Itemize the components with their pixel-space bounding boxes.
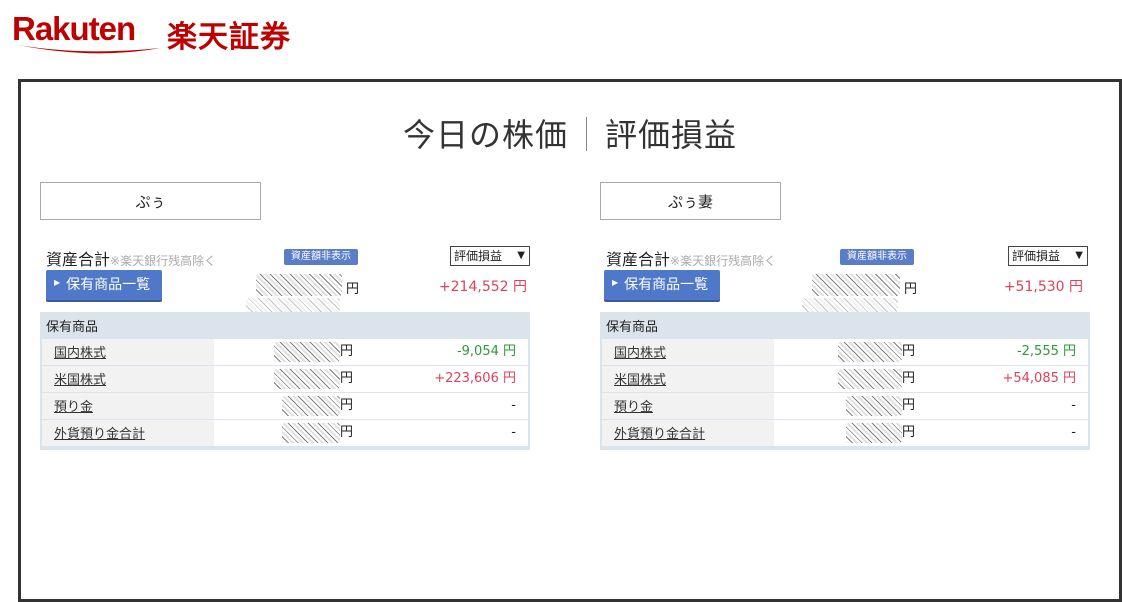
domestic-stocks-link[interactable]: 国内株式 — [614, 346, 666, 361]
masked-amount — [838, 369, 902, 389]
chevron-down-icon: ▼ — [1075, 250, 1083, 261]
amount-unit: 円 — [340, 344, 354, 359]
account-name: ぷぅ — [40, 182, 261, 220]
total-assets-text: 資産合計 — [46, 250, 111, 269]
hide-amount-button[interactable]: 資産額非表示 — [840, 249, 914, 265]
holdings-row-deposit: 預り金 円 - — [42, 392, 528, 419]
amount-unit: 円 — [902, 398, 916, 413]
total-profit-loss: +51,530 円 — [1003, 279, 1083, 295]
title-separator — [586, 117, 587, 151]
us-stocks-link[interactable]: 米国株式 — [54, 373, 106, 388]
masked-amount — [274, 342, 340, 362]
amount-unit: 円 — [902, 344, 916, 359]
dashboard-frame: 今日の株価 評価損益 ぷぅ 資産合計※楽天銀行残高除く 資産額非表示 評価損益 ▼ … — [18, 79, 1122, 602]
profit-loss-value: +54,085 円 — [1002, 371, 1076, 386]
holdings-row-us: 米国株式 円 +54,085 円 — [602, 365, 1088, 392]
amount-unit: 円 — [902, 425, 916, 440]
holdings-row-us: 米国株式 円 +223,606 円 — [42, 365, 528, 392]
logo-swoosh-icon — [18, 45, 160, 54]
domestic-stocks-link[interactable]: 国内株式 — [54, 346, 106, 361]
title-stock-price: 今日の株価 — [402, 116, 568, 154]
holdings-list-label: 保有商品一覧 — [624, 277, 709, 293]
us-stocks-link[interactable]: 米国株式 — [614, 373, 666, 388]
row-name-cell: 国内株式 — [42, 339, 214, 365]
holdings-list-label: 保有商品一覧 — [66, 277, 151, 293]
masked-amount — [282, 396, 340, 416]
amount-unit: 円 — [902, 371, 916, 386]
deposit-link[interactable]: 預り金 — [54, 400, 93, 415]
holdings-table: 保有商品 国内株式 円 -9,054 円 米国株式 円 +223,606 円 預… — [40, 312, 530, 450]
profit-loss-value: -2,555 円 — [1016, 344, 1076, 359]
total-assets-label: 資産合計※楽天銀行残高除く — [606, 246, 776, 270]
masked-total-amount — [256, 274, 342, 296]
row-name-cell: 米国株式 — [42, 366, 214, 392]
masked-noise — [246, 298, 340, 312]
profit-loss-value: - — [1071, 398, 1076, 413]
masked-amount — [846, 423, 902, 443]
fx-deposit-link[interactable]: 外貨預り金合計 — [54, 427, 145, 442]
holdings-row-deposit: 預り金 円 - — [602, 392, 1088, 419]
page-title: 今日の株価 評価損益 — [21, 110, 1119, 156]
row-name-cell: 外貨預り金合計 — [602, 420, 774, 446]
hide-amount-button[interactable]: 資産額非表示 — [284, 249, 358, 265]
profit-loss-value: - — [511, 425, 516, 440]
title-valuation: 評価損益 — [605, 116, 738, 154]
display-mode-select[interactable]: 評価損益 ▼ — [450, 246, 530, 266]
total-assets-label: 資産合計※楽天銀行残高除く — [46, 246, 216, 270]
row-name-cell: 米国株式 — [602, 366, 774, 392]
total-unit: 円 — [904, 282, 918, 297]
holdings-list-button[interactable]: ▶ 保有商品一覧 — [46, 270, 162, 300]
profit-loss-value: -9,054 円 — [456, 344, 516, 359]
deposit-link[interactable]: 預り金 — [614, 400, 653, 415]
amount-unit: 円 — [340, 425, 354, 440]
masked-total-amount — [812, 274, 900, 296]
holdings-table: 保有商品 国内株式 円 -2,555 円 米国株式 円 +54,085 円 預り… — [600, 312, 1090, 450]
logo-japanese-text: 楽天証券 — [167, 20, 291, 55]
holdings-row-fx-deposit: 外貨預り金合計 円 - — [42, 419, 528, 446]
total-assets-note: ※楽天銀行残高除く — [670, 254, 777, 268]
total-assets-note: ※楽天銀行残高除く — [110, 254, 217, 268]
amount-unit: 円 — [340, 398, 354, 413]
row-name-cell: 預り金 — [602, 393, 774, 419]
profit-loss-value: +223,606 円 — [434, 371, 516, 386]
play-triangle-icon: ▶ — [612, 278, 619, 287]
masked-amount — [846, 396, 902, 416]
holdings-list-button[interactable]: ▶ 保有商品一覧 — [604, 270, 720, 300]
row-name-cell: 預り金 — [42, 393, 214, 419]
masked-amount — [838, 342, 902, 362]
total-assets-text: 資産合計 — [606, 250, 671, 269]
row-name-cell: 国内株式 — [602, 339, 774, 365]
fx-deposit-link[interactable]: 外貨預り金合計 — [614, 427, 705, 442]
total-profit-loss: +214,552 円 — [438, 279, 527, 295]
holdings-row-fx-deposit: 外貨預り金合計 円 - — [602, 419, 1088, 446]
play-triangle-icon: ▶ — [54, 278, 61, 287]
holdings-header: 保有商品 — [46, 320, 99, 335]
holdings-header: 保有商品 — [606, 320, 659, 335]
masked-noise — [802, 298, 898, 312]
row-name-cell: 外貨預り金合計 — [42, 420, 214, 446]
masked-amount — [282, 423, 340, 443]
holdings-row-domestic: 国内株式 円 -9,054 円 — [42, 338, 528, 365]
profit-loss-value: - — [511, 398, 516, 413]
amount-unit: 円 — [340, 371, 354, 386]
holdings-row-domestic: 国内株式 円 -2,555 円 — [602, 338, 1088, 365]
display-mode-value: 評価損益 — [454, 249, 503, 263]
account-name: ぷぅ妻 — [600, 182, 781, 220]
display-mode-select[interactable]: 評価損益 ▼ — [1008, 246, 1088, 266]
total-unit: 円 — [346, 282, 360, 297]
masked-amount — [274, 369, 340, 389]
profit-loss-value: - — [1071, 425, 1076, 440]
display-mode-value: 評価損益 — [1012, 249, 1061, 263]
chevron-down-icon: ▼ — [517, 250, 525, 261]
